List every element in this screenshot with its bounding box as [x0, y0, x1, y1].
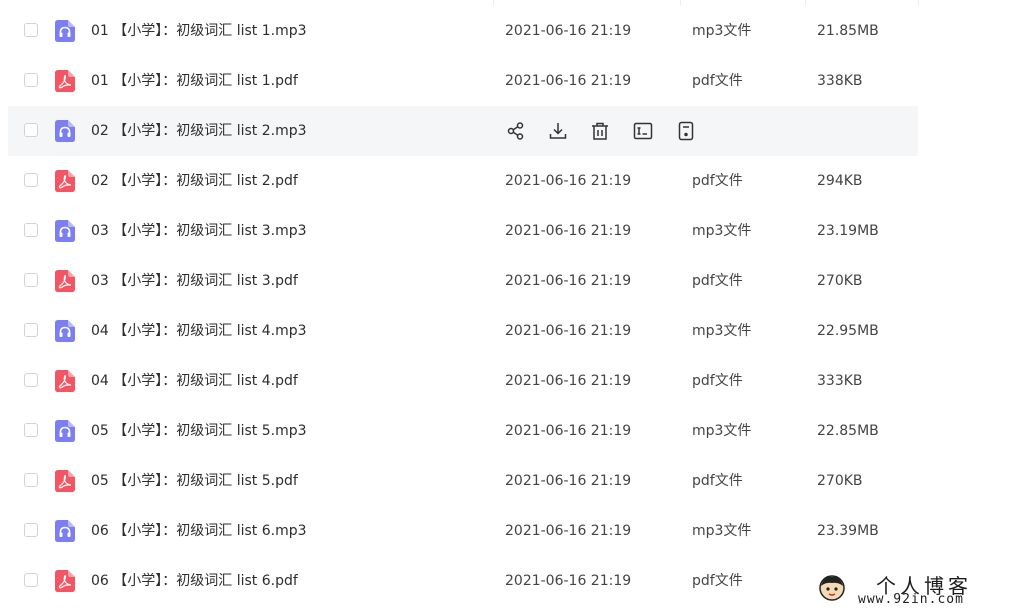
file-row[interactable]: 03 【小学】：初级词汇 list 3.pdf 2021-06-16 21:19 p…	[8, 256, 918, 306]
row-checkbox[interactable]	[24, 23, 38, 37]
file-type: pdf文件	[692, 173, 743, 189]
modified-date: 2021-06-16 21:19	[505, 223, 632, 239]
pdf-file-icon	[55, 570, 75, 592]
file-type: mp3文件	[692, 423, 752, 439]
file-type: mp3文件	[692, 523, 752, 539]
file-row[interactable]: 06 【小学】：初级词汇 list 6.mp3 2021-06-16 21:19 m…	[8, 506, 918, 556]
file-type: pdf文件	[692, 473, 743, 489]
audio-file-icon	[55, 120, 75, 142]
row-checkbox[interactable]	[24, 573, 38, 587]
file-name[interactable]: 02 【小学】：初级词汇 list 2.pdf	[91, 156, 298, 206]
modified-date: 2021-06-16 21:19	[505, 523, 632, 539]
download-button[interactable]	[547, 120, 569, 142]
file-row[interactable]: 01 【小学】：初级词汇 list 1.mp3 2021-06-16 21:19 m…	[8, 6, 918, 56]
file-name[interactable]: 05 【小学】：初级词汇 list 5.mp3	[91, 406, 307, 456]
file-name[interactable]: 01 【小学】：初级词汇 list 1.mp3	[91, 6, 307, 56]
rename-icon	[632, 120, 654, 142]
row-checkbox[interactable]	[24, 323, 38, 337]
file-name[interactable]: 01 【小学】：初级词汇 list 1.pdf	[91, 56, 298, 106]
pdf-file-icon	[55, 170, 75, 192]
file-size: 22.95MB	[817, 323, 879, 339]
modified-date: 2021-06-16 21:19	[505, 473, 632, 489]
file-row[interactable]: 02 【小学】：初级词汇 list 2.pdf 2021-06-16 21:19 p…	[8, 156, 918, 206]
file-type: mp3文件	[692, 23, 752, 39]
row-checkbox[interactable]	[24, 423, 38, 437]
avatar-icon	[819, 575, 845, 601]
share-icon	[505, 120, 527, 142]
audio-file-icon	[55, 320, 75, 342]
file-row[interactable]: 02 【小学】：初级词汇 list 2.mp3	[8, 106, 918, 156]
file-list: 01 【小学】：初级词汇 list 1.mp3 2021-06-16 21:19 m…	[8, 6, 1009, 606]
file-type: mp3文件	[692, 223, 752, 239]
modified-date: 2021-06-16 21:19	[505, 23, 632, 39]
audio-file-icon	[55, 220, 75, 242]
file-size: 270KB	[817, 473, 863, 489]
file-name[interactable]: 06 【小学】：初级词汇 list 6.pdf	[91, 556, 298, 606]
file-name[interactable]: 04 【小学】：初级词汇 list 4.mp3	[91, 306, 307, 356]
delete-button[interactable]	[589, 120, 611, 142]
modified-date: 2021-06-16 21:19	[505, 423, 632, 439]
pdf-file-icon	[55, 70, 75, 92]
watermark: 个人博客 www.92in.com	[812, 568, 1009, 611]
file-name[interactable]: 03 【小学】：初级词汇 list 3.mp3	[91, 206, 307, 256]
detail-button[interactable]	[675, 120, 697, 142]
file-type: pdf文件	[692, 273, 743, 289]
pdf-file-icon	[55, 270, 75, 292]
file-size: 23.19MB	[817, 223, 879, 239]
file-type: pdf文件	[692, 573, 743, 589]
file-size: 21.85MB	[817, 23, 879, 39]
file-row[interactable]: 01 【小学】：初级词汇 list 1.pdf 2021-06-16 21:19 p…	[8, 56, 918, 106]
row-checkbox[interactable]	[24, 273, 38, 287]
audio-file-icon	[55, 20, 75, 42]
rename-button[interactable]	[632, 120, 654, 142]
file-size: 270KB	[817, 273, 863, 289]
file-type: mp3文件	[692, 323, 752, 339]
download-icon	[547, 120, 569, 142]
file-row[interactable]: 05 【小学】：初级词汇 list 5.mp3 2021-06-16 21:19 m…	[8, 406, 918, 456]
pdf-file-icon	[55, 470, 75, 492]
row-checkbox[interactable]	[24, 223, 38, 237]
file-name[interactable]: 05 【小学】：初级词汇 list 5.pdf	[91, 456, 298, 506]
row-checkbox[interactable]	[24, 123, 38, 137]
pdf-file-icon	[55, 370, 75, 392]
file-name[interactable]: 03 【小学】：初级词汇 list 3.pdf	[91, 256, 298, 306]
file-row[interactable]: 04 【小学】：初级词汇 list 4.pdf 2021-06-16 21:19 p…	[8, 356, 918, 406]
share-button[interactable]	[505, 120, 527, 142]
file-size: 23.39MB	[817, 523, 879, 539]
file-type: pdf文件	[692, 373, 743, 389]
file-type: pdf文件	[692, 73, 743, 89]
modified-date: 2021-06-16 21:19	[505, 573, 632, 589]
row-checkbox[interactable]	[24, 373, 38, 387]
modified-date: 2021-06-16 21:19	[505, 323, 632, 339]
row-checkbox[interactable]	[24, 473, 38, 487]
audio-file-icon	[55, 420, 75, 442]
file-size: 338KB	[817, 73, 863, 89]
file-name[interactable]: 02 【小学】：初级词汇 list 2.mp3	[91, 106, 307, 156]
file-size: 294KB	[817, 173, 863, 189]
delete-icon	[589, 120, 611, 142]
file-name[interactable]: 06 【小学】：初级词汇 list 6.mp3	[91, 506, 307, 556]
file-row[interactable]: 05 【小学】：初级词汇 list 5.pdf 2021-06-16 21:19 p…	[8, 456, 918, 506]
file-size: 333KB	[817, 373, 863, 389]
file-size: 22.85MB	[817, 423, 879, 439]
file-row[interactable]: 06 【小学】：初级词汇 list 6.pdf 2021-06-16 21:19 p…	[8, 556, 918, 606]
audio-file-icon	[55, 520, 75, 542]
modified-date: 2021-06-16 21:19	[505, 273, 632, 289]
more-info-icon	[675, 120, 697, 142]
row-checkbox[interactable]	[24, 73, 38, 87]
file-name[interactable]: 04 【小学】：初级词汇 list 4.pdf	[91, 356, 298, 406]
modified-date: 2021-06-16 21:19	[505, 373, 632, 389]
modified-date: 2021-06-16 21:19	[505, 173, 632, 189]
modified-date: 2021-06-16 21:19	[505, 73, 632, 89]
file-row[interactable]: 04 【小学】：初级词汇 list 4.mp3 2021-06-16 21:19 m…	[8, 306, 918, 356]
file-row[interactable]: 03 【小学】：初级词汇 list 3.mp3 2021-06-16 21:19 m…	[8, 206, 918, 256]
row-checkbox[interactable]	[24, 173, 38, 187]
row-checkbox[interactable]	[24, 523, 38, 537]
watermark-url: www.92in.com	[858, 592, 964, 607]
